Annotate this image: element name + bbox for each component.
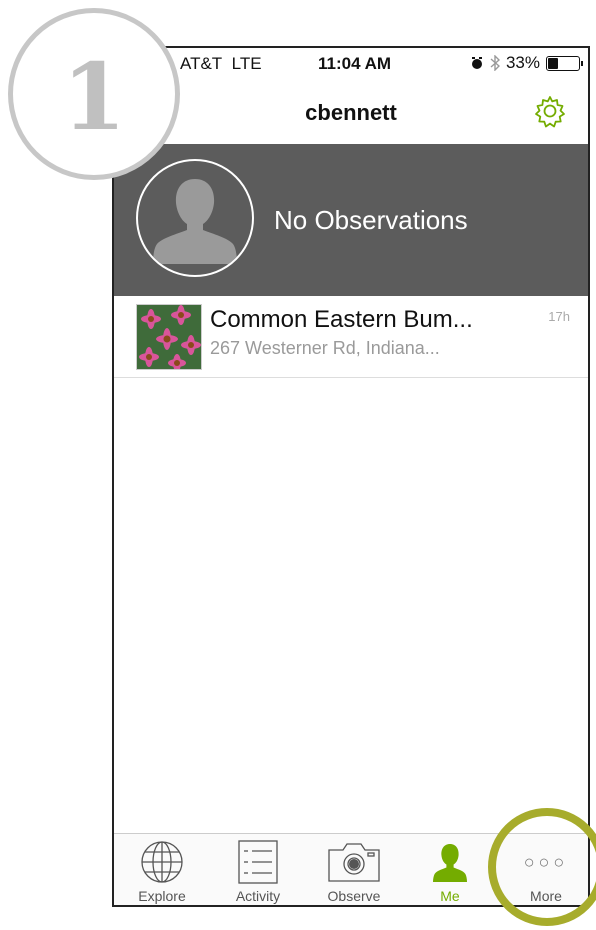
list-icon <box>238 840 278 884</box>
phone-screen: AT&T LTE 11:04 AM 33% cbennett No Observ… <box>112 46 590 907</box>
tab-observe[interactable]: Observe <box>306 834 402 905</box>
observation-title: Common Eastern Bum... <box>210 306 473 333</box>
tab-label-activity: Activity <box>235 888 281 904</box>
user-avatar[interactable] <box>136 159 254 277</box>
step-number-badge: 1 <box>8 8 180 180</box>
status-bar: AT&T LTE 11:04 AM 33% <box>114 48 588 80</box>
camera-icon <box>328 843 380 882</box>
person-icon <box>433 844 467 882</box>
bluetooth-icon <box>490 55 500 71</box>
tab-label-observe: Observe <box>327 888 381 904</box>
observation-count: No Observations <box>274 205 468 235</box>
page-title: cbennett <box>305 100 397 125</box>
tab-label-me: Me <box>440 888 460 904</box>
navigation-bar: cbennett <box>114 80 588 144</box>
more-tab-highlight-ring <box>488 808 596 926</box>
tab-explore[interactable]: Explore <box>114 834 210 905</box>
battery-percent: 33% <box>505 53 540 72</box>
status-right-group: 33% <box>470 53 583 73</box>
settings-gear-icon[interactable] <box>532 93 568 129</box>
carrier-label: AT&T LTE <box>180 54 262 73</box>
tab-activity[interactable]: Activity <box>210 834 306 905</box>
globe-icon <box>141 841 183 883</box>
observation-time: 17h <box>548 309 570 324</box>
tab-me[interactable]: Me <box>402 834 498 905</box>
clock: 11:04 AM <box>318 54 392 73</box>
observation-thumbnail <box>136 304 202 370</box>
person-silhouette-icon <box>153 179 237 264</box>
step-number: 1 <box>61 43 126 151</box>
tab-label-explore: Explore <box>138 888 186 904</box>
alarm-icon <box>471 57 482 69</box>
observation-row[interactable]: Common Eastern Bum... 267 Westerner Rd, … <box>114 296 588 378</box>
battery-icon <box>546 55 583 71</box>
profile-header: No Observations <box>114 144 588 296</box>
observation-location: 267 Westerner Rd, Indiana... <box>210 338 440 358</box>
